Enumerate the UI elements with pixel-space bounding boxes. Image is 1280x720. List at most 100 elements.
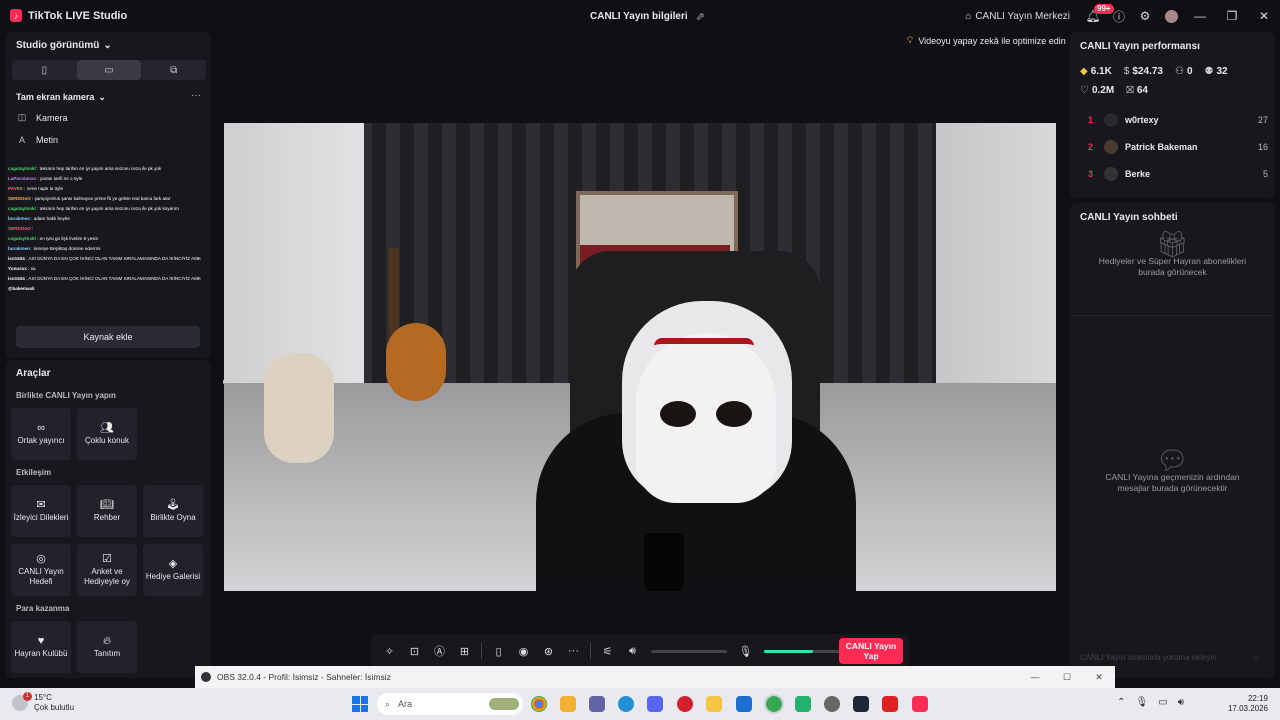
speaker-volume-slider[interactable] <box>651 649 727 653</box>
record-button[interactable]: ◉ <box>511 645 536 658</box>
microphone-icon[interactable]: 🎙︎ <box>1136 697 1149 708</box>
tiktok-live-studio-window: ♪ TikTok LIVE Studio CANLI Yayın bilgile… <box>0 0 1280 688</box>
play-together-button[interactable]: 🕹︎ Birlikte Oyna <box>143 485 203 537</box>
tool-label: Hayran Kulübü <box>14 648 68 658</box>
source-text[interactable]: A Metin <box>16 135 58 145</box>
store-icon[interactable] <box>560 696 576 712</box>
tab-rotate[interactable]: ⧉ <box>141 60 206 80</box>
chat-overlay-line: burakmeo : seneye Beşiktaş domine ederrm… <box>8 244 230 254</box>
close-button[interactable]: ✕ <box>1248 0 1280 32</box>
collapse-arrow-icon[interactable]: ▸ <box>223 377 227 386</box>
mic-button[interactable]: 🎙︎ <box>733 645 758 658</box>
notifications-button[interactable]: 🔔︎ 99+ <box>1080 0 1114 32</box>
settings-button[interactable]: ⚙ <box>1132 0 1158 32</box>
rank-number: 1 <box>1088 115 1094 125</box>
ranking-row[interactable]: 3 Berke 5 <box>1088 164 1268 184</box>
tray-overflow-icon[interactable]: ⌃ <box>1117 697 1125 708</box>
section-monetize: Para kazanma <box>16 604 70 613</box>
start-button[interactable] <box>352 696 368 712</box>
search-icon: ⌕ <box>385 698 391 709</box>
obs-close-button[interactable]: ✕ <box>1083 666 1115 688</box>
camera-icon: ◫ <box>17 112 27 122</box>
obs-taskbar-icon[interactable] <box>824 696 840 712</box>
effects-button[interactable]: ✧ <box>377 645 402 658</box>
youtube-icon[interactable] <box>882 696 898 712</box>
chrome-icon[interactable] <box>531 696 547 712</box>
chat-overlay-message: : şampiyonluk şansı kalmayan prime fb ye… <box>30 196 171 201</box>
ranking-row[interactable]: 2 Patrick Bakeman 16 <box>1088 137 1268 157</box>
add-source-button[interactable]: Kaynak ekle <box>16 326 200 348</box>
tool-label: CANLI Yayın Hedefi <box>18 566 64 586</box>
minimize-button[interactable]: — <box>1184 0 1216 32</box>
promote-button[interactable]: 🔥︎ Tanıtım <box>77 621 137 673</box>
edge-icon[interactable] <box>618 696 634 712</box>
phone-mode-button[interactable]: ▯ <box>486 645 511 658</box>
poll-icon: ☑ <box>102 552 112 565</box>
cohost-button[interactable]: ∞ Ortak yayıncı <box>11 408 71 460</box>
profile-button[interactable] <box>1158 0 1184 32</box>
chat-overlay-message: : adam haklı beyler <box>29 216 71 221</box>
chat-overlay-line: @bakemask <box>8 284 230 294</box>
ranking-row[interactable]: 1 w0rtexy 27 <box>1088 110 1268 130</box>
gift-gallery-button[interactable]: ◈ Hediye Galerisi <box>143 544 203 596</box>
file-explorer-icon[interactable] <box>706 696 722 712</box>
clock[interactable]: 22:19 17.03.2026 <box>1228 694 1268 714</box>
obs-maximize-button[interactable]: ☐ <box>1051 666 1083 688</box>
chat-overlay-user: cagataytoskl <box>8 206 36 211</box>
go-live-button[interactable]: CANLI Yayın Yap <box>839 638 903 664</box>
more-options-button[interactable]: ··· <box>191 90 201 101</box>
ai-button[interactable]: Ⓐ <box>427 643 452 659</box>
capture-button[interactable]: ⊛ <box>536 645 561 658</box>
mail-icon[interactable] <box>736 696 752 712</box>
more-button[interactable]: ··· <box>561 645 586 657</box>
chat-overlay-line: cagataytoskl : en iyisi go lişk livetim … <box>8 234 230 244</box>
whatsapp-icon[interactable] <box>795 696 811 712</box>
tool-label: Rehber <box>93 512 121 522</box>
opera-icon[interactable] <box>677 696 693 712</box>
viewer-requests-button[interactable]: ✉ İzleyici Dilekleri <box>11 485 71 537</box>
guide-button[interactable]: 📖︎ Rehber <box>77 485 137 537</box>
mic-volume-slider[interactable] <box>764 649 840 653</box>
display-icon[interactable]: ▭ <box>1158 697 1167 708</box>
studio-view-dropdown[interactable]: Studio görünümü ⌄ <box>16 40 112 51</box>
stat-diamonds: ◆ 6.1K <box>1080 66 1112 77</box>
fan-club-button[interactable]: ♥ Hayran Kulübü <box>11 621 71 673</box>
chat-overlay-user: cagataytoskl <box>8 166 36 171</box>
audio-settings-button[interactable]: ⚟ <box>595 645 620 658</box>
teams-icon[interactable] <box>589 696 605 712</box>
tab-portrait[interactable]: ▯ <box>12 60 77 80</box>
tab-landscape[interactable]: ▭ <box>76 60 142 80</box>
volume-icon[interactable]: 🔊︎ <box>1178 697 1184 708</box>
layout-button[interactable]: ⊞ <box>452 645 477 658</box>
live-center-button[interactable]: ⌂ CANLI Yayın Merkezi <box>965 0 1070 32</box>
taskbar-search[interactable]: ⌕ Ara <box>377 693 523 715</box>
tiktok-taskbar-icon[interactable] <box>912 696 928 712</box>
ai-optimize-button[interactable]: 💡︎ Videoyu yapay zekâ ile optimize edin <box>907 35 1066 46</box>
chat-empty-state: 💬︎ CANLI Yayına geçmenizin ardından mesa… <box>1070 447 1275 494</box>
discord-icon[interactable] <box>647 696 663 712</box>
obs-window-titlebar[interactable]: OBS 32.0.4 - Profil: İsimsiz - Sahneler:… <box>195 666 1115 688</box>
poll-button[interactable]: ☑ Anket ve Hediyeyle oy <box>77 544 137 596</box>
camera-preview[interactable] <box>224 123 1056 591</box>
obs-minimize-button[interactable]: — <box>1019 666 1051 688</box>
magic-wand-icon: ✧ <box>384 645 395 658</box>
weather-widget[interactable]: 1 15°C Çok bulutlu <box>12 692 74 713</box>
beautify-button[interactable]: ⊡ <box>402 645 427 658</box>
live-goal-button[interactable]: ◎ CANLI Yayın Hedefi <box>11 544 71 596</box>
scene-dropdown[interactable]: Tam ekran kamera ⌄ <box>16 92 106 103</box>
more-icon: ··· <box>568 645 579 657</box>
section-interaction: Etkileşim <box>16 468 52 477</box>
mask-paint <box>654 338 754 366</box>
maximize-button[interactable]: ❐ <box>1216 0 1248 32</box>
tool-label: Ortak yayıncı <box>17 435 65 445</box>
chat-overlay-line: burakmeo : adam haklı beyler <box>8 214 230 224</box>
speaker-button[interactable]: 🔊︎ <box>620 645 645 658</box>
multiguest-button[interactable]: 👥︎ Çoklu konuk <box>77 408 137 460</box>
chat-overlay-user: SERDOoO <box>8 196 31 201</box>
rank-score: 5 <box>1262 169 1268 179</box>
source-camera[interactable]: ◫ Kamera <box>16 112 68 123</box>
chrome-active-icon[interactable] <box>764 694 784 714</box>
steam-icon[interactable] <box>853 696 869 712</box>
chat-input[interactable]: CANLI Yayın sırasında yoruma ekleyin ☺ <box>1080 653 1260 662</box>
live-info-button[interactable]: CANLI Yayın bilgileri ⇗ <box>590 10 705 23</box>
